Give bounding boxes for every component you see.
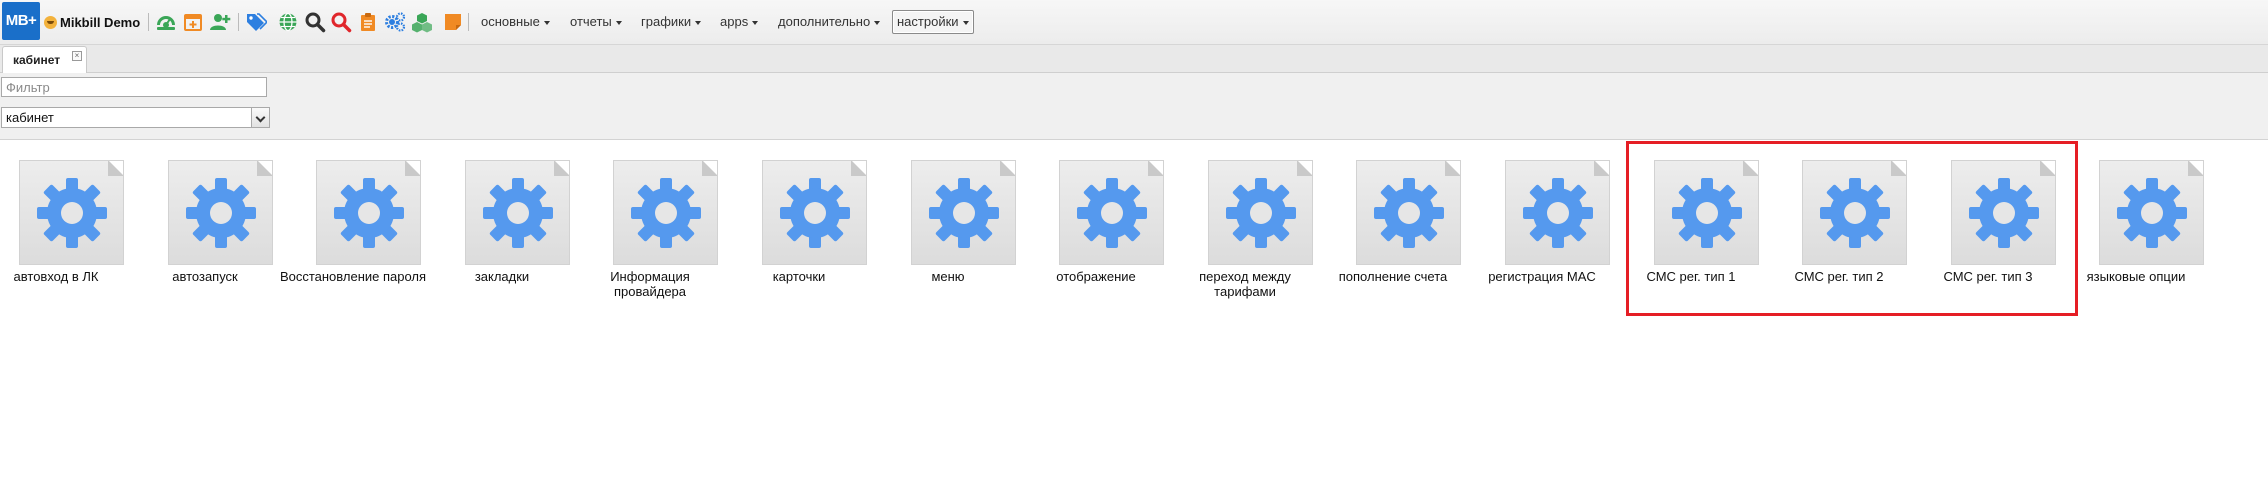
settings-item[interactable]: закладки [428,158,576,308]
gear-icon [1505,160,1610,265]
sticky-note-icon[interactable] [442,11,464,33]
caret-down-icon [695,20,702,25]
settings-item[interactable]: СМС рег. тип 3 [1914,158,2062,308]
gear-icon [1951,160,2056,265]
settings-item[interactable]: автозапуск [131,158,279,308]
calendar-add-icon[interactable] [182,11,204,33]
settings-item[interactable]: языковые опции [2062,158,2210,308]
settings-item[interactable]: пополнение счета [1319,158,1467,308]
search-icon[interactable] [304,11,326,33]
top-toolbar: MB+ Mikbill Demo основные отчеты графики… [0,0,2268,45]
settings-item-label: карточки [772,269,826,284]
settings-item[interactable]: меню [874,158,1022,308]
caret-down-icon [615,20,622,25]
filter-panel: кабинет [0,73,2268,140]
gear-icon [19,160,124,265]
settings-item[interactable]: регистрация MAC [1468,158,1616,308]
settings-item[interactable]: переход между тарифами [1171,158,1319,308]
gear-icon [1208,160,1313,265]
gear-icon [316,160,421,265]
gears-icon[interactable] [384,11,406,33]
brand-label: Mikbill Demo [60,14,141,30]
settings-item-label: отображение [1056,269,1136,284]
globe-icon[interactable] [277,11,299,33]
tab-kabinet[interactable]: кабинет × [2,46,87,73]
add-user-icon[interactable] [209,11,231,33]
toolbar-separator [148,13,149,31]
menu-dopolnitelno[interactable]: дополнительно [775,11,883,33]
settings-item-label: языковые опции [2086,269,2186,284]
gear-icon [911,160,1016,265]
settings-item-label: закладки [474,269,530,284]
toolbar-separator [238,13,239,31]
caret-down-icon [874,20,881,25]
caret-down-icon [543,20,550,25]
brand[interactable]: Mikbill Demo [44,13,140,31]
menu-otchety[interactable]: отчеты [567,11,625,33]
gear-icon [762,160,867,265]
smiley-icon [44,15,57,29]
gear-icon [1802,160,1907,265]
settings-item-label: Восстановление пароля [279,269,427,284]
settings-item[interactable]: карточки [725,158,873,308]
filter-input[interactable] [1,77,267,97]
tab-strip: кабинет × [0,45,2268,73]
settings-item[interactable]: Информация провайдера [576,158,724,308]
clipboard-icon[interactable] [357,11,379,33]
gear-icon [465,160,570,265]
menu-apps[interactable]: apps [717,11,761,33]
cubes-icon[interactable] [411,11,433,33]
settings-grid: автовход в ЛК автозапуск Восстановление па… [0,158,2268,318]
close-icon[interactable]: × [72,51,82,61]
tags-icon[interactable] [245,11,267,33]
gear-icon [1059,160,1164,265]
settings-item-label: СМС рег. тип 2 [1794,269,1884,284]
gear-icon [2099,160,2204,265]
tab-label: кабинет [13,53,61,67]
settings-item-label: меню [931,269,965,284]
settings-item-label: пополнение счета [1338,269,1448,284]
settings-item[interactable]: СМС рег. тип 2 [1765,158,1913,308]
settings-item-label: СМС рег. тип 3 [1943,269,2033,284]
category-select-value: кабинет [6,110,54,125]
settings-item-label: переход между тарифами [1199,269,1291,299]
settings-item[interactable]: автовход в ЛК [0,158,130,308]
settings-item-label: Информация провайдера [610,269,690,299]
settings-item[interactable]: СМС рег. тип 1 [1617,158,1765,308]
gear-icon [613,160,718,265]
menu-nastroyki[interactable]: настройки [892,10,974,34]
dashboard-icon[interactable] [155,11,177,33]
menu-osnovnye[interactable]: основные [478,11,553,33]
caret-down-icon [962,20,969,25]
search-red-icon[interactable] [330,11,352,33]
settings-item-label: СМС рег. тип 1 [1646,269,1736,284]
gear-icon [1654,160,1759,265]
settings-item[interactable]: отображение [1022,158,1170,308]
toolbar-separator [468,13,469,31]
gear-icon [168,160,273,265]
chevron-down-icon[interactable] [251,108,269,127]
settings-item[interactable]: Восстановление пароля [279,158,427,308]
category-select[interactable]: кабинет [1,107,270,128]
settings-item-label: регистрация MAC [1488,269,1596,284]
gear-icon [1356,160,1461,265]
app-logo[interactable]: MB+ [2,2,40,40]
menu-grafiki[interactable]: графики [638,11,704,33]
settings-item-label: автозапуск [172,269,238,284]
caret-down-icon [752,20,759,25]
settings-item-label: автовход в ЛК [13,269,99,284]
